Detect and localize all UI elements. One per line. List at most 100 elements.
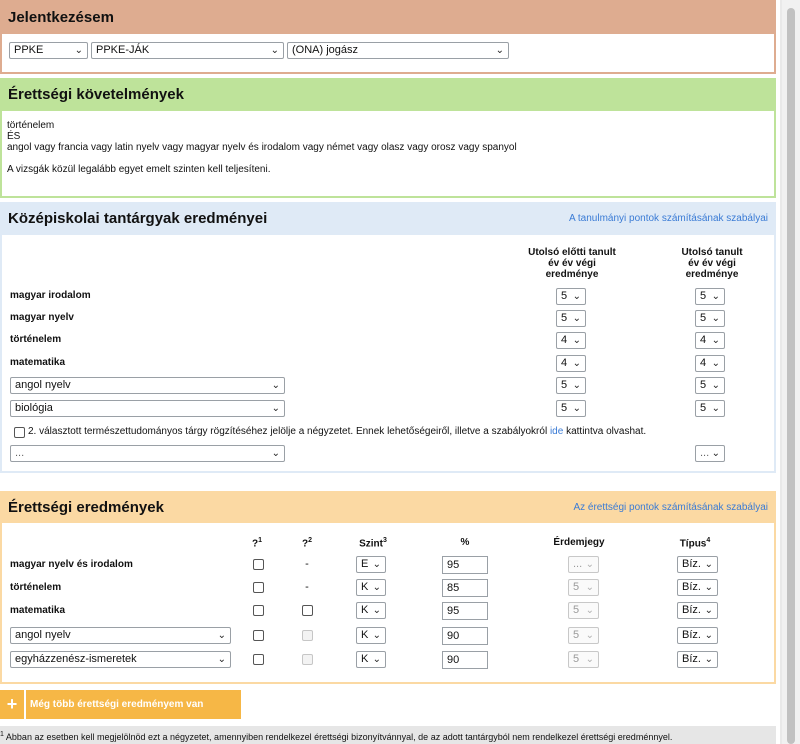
no-exam-checkbox[interactable]	[253, 654, 264, 665]
szint-select[interactable]: K ⌄	[356, 627, 386, 644]
erdemjegy-value: ...	[573, 558, 583, 570]
add-more-exams-button[interactable]: + Még több érettségi eredményem van	[0, 690, 241, 719]
chevron-down-icon: ⌄	[711, 403, 720, 414]
grade-penultimate-select[interactable]: 5 ⌄	[556, 288, 586, 305]
subject-select[interactable]: biológia ⌄	[10, 400, 285, 417]
pct-input[interactable]: 95	[442, 556, 488, 574]
szint-select[interactable]: E ⌄	[356, 556, 386, 573]
grade-value: 4	[561, 357, 568, 369]
exam-subject-select[interactable]: angol nyelv ⌄	[10, 627, 231, 644]
grade-penultimate-select[interactable]: 5 ⌄	[556, 400, 586, 417]
q2-checkbox[interactable]	[302, 654, 313, 665]
tipus-select[interactable]: Bíz. ⌄	[677, 651, 718, 668]
kozepiskolai-rules-link[interactable]: A tanulmányi pontok számításának szabály…	[569, 213, 768, 224]
vertical-scrollbar[interactable]	[782, 0, 800, 744]
kovetelmenyek-panel: Érettségi követelmények történelem ÉS an…	[0, 78, 776, 198]
col-header-penultimate-line2: év év végi	[548, 258, 596, 269]
scrollbar-thumb[interactable]	[787, 8, 795, 744]
page: Jelentkezésem PPKE ⌄ PPKE-JÁK ⌄ (ONA) jogá…	[0, 0, 780, 744]
jelentkezes-header: Jelentkezésem	[0, 0, 776, 34]
chevron-down-icon: ⌄	[704, 654, 713, 665]
pct-input[interactable]: 90	[442, 651, 488, 669]
extra-grade-select[interactable]: ... ⌄	[695, 445, 725, 462]
no-exam-checkbox[interactable]	[253, 605, 264, 616]
subject-label: történelem	[10, 334, 62, 345]
jelentkezes-title: Jelentkezésem	[8, 8, 114, 26]
grade-last-select[interactable]: 5 ⌄	[695, 377, 725, 394]
erdemjegy-select[interactable]: ... ⌄	[568, 556, 599, 573]
grade-last-select[interactable]: 5 ⌄	[695, 400, 725, 417]
tipus-select[interactable]: Bíz. ⌄	[677, 602, 718, 619]
grade-last-select[interactable]: 4 ⌄	[695, 355, 725, 372]
footnote-text: Abban az esetben kell megjelölnöd ezt a …	[5, 732, 673, 742]
chevron-down-icon: ⌄	[372, 582, 381, 593]
chevron-down-icon: ⌄	[271, 380, 280, 391]
col-header-q2: ?2	[301, 537, 312, 550]
col-header-pct: %	[460, 537, 470, 548]
chevron-down-icon: ⌄	[711, 335, 720, 346]
program-select[interactable]: (ONA) jogász ⌄	[287, 42, 509, 59]
grade-last-select[interactable]: 4 ⌄	[695, 332, 725, 349]
szint-select[interactable]: K ⌄	[356, 651, 386, 668]
no-exam-checkbox[interactable]	[253, 630, 264, 641]
institution-select[interactable]: PPKE ⌄	[9, 42, 88, 59]
erdemjegy-select[interactable]: 5 ⌄	[568, 602, 599, 619]
q2-checkbox[interactable]	[302, 630, 313, 641]
chevron-down-icon: ⌄	[585, 630, 594, 641]
szint-value: K	[361, 604, 369, 616]
subject-value: biológia	[15, 402, 53, 414]
chevron-down-icon: ⌄	[572, 403, 581, 414]
pct-input[interactable]: 90	[442, 627, 488, 645]
no-exam-checkbox[interactable]	[253, 582, 264, 593]
subject-select[interactable]: angol nyelv ⌄	[10, 377, 285, 394]
q2-checkbox[interactable]	[302, 605, 313, 616]
second-science-checkbox[interactable]	[14, 427, 25, 438]
tipus-select[interactable]: Bíz. ⌄	[677, 579, 718, 596]
pct-input[interactable]: 85	[442, 579, 488, 597]
extra-grade-value: ...	[700, 447, 710, 459]
exam-subject-value: angol nyelv	[15, 629, 71, 641]
szint-select[interactable]: K ⌄	[356, 602, 386, 619]
erdemjegy-value: 5	[573, 629, 580, 641]
extra-subject-select[interactable]: ... ⌄	[10, 445, 285, 462]
grade-penultimate-select[interactable]: 5 ⌄	[556, 377, 586, 394]
subject-label: magyar irodalom	[10, 290, 91, 301]
chevron-down-icon: ⌄	[585, 582, 594, 593]
kovetelmenyek-title: Érettségi követelmények	[8, 86, 184, 103]
exam-subject-label: történelem	[10, 582, 62, 593]
grade-last-select[interactable]: 5 ⌄	[695, 310, 725, 327]
tipus-select[interactable]: Bíz. ⌄	[677, 556, 718, 573]
szint-value: K	[361, 653, 369, 665]
exam-subject-value: egyházzenész-ismeretek	[15, 653, 137, 665]
requirement-line-1: történelem	[7, 120, 55, 131]
no-exam-checkbox[interactable]	[253, 559, 264, 570]
szint-value: E	[361, 558, 369, 570]
erettsegi-panel: Érettségi eredmények Az érettségi pontok…	[0, 491, 776, 684]
grade-value: 5	[561, 290, 568, 302]
exam-subject-select[interactable]: egyházzenész-ismeretek ⌄	[10, 651, 231, 668]
grade-last-select[interactable]: 5 ⌄	[695, 288, 725, 305]
col-header-erdemjegy: Érdemjegy	[553, 537, 605, 548]
faculty-select[interactable]: PPKE-JÁK ⌄	[91, 42, 284, 59]
szint-select[interactable]: K ⌄	[356, 579, 386, 596]
col-header-q1: ?1	[251, 537, 262, 550]
chevron-down-icon: ⌄	[585, 654, 594, 665]
grade-penultimate-select[interactable]: 4 ⌄	[556, 355, 586, 372]
jelentkezes-panel: Jelentkezésem PPKE ⌄ PPKE-JÁK ⌄ (ONA) jogá…	[0, 0, 776, 74]
chevron-down-icon: ⌄	[271, 403, 280, 414]
erdemjegy-select[interactable]: 5 ⌄	[568, 579, 599, 596]
tipus-select[interactable]: Bíz. ⌄	[677, 627, 718, 644]
chevron-down-icon: ⌄	[704, 605, 713, 616]
pct-input[interactable]: 95	[442, 602, 488, 620]
grade-value: 5	[561, 402, 568, 414]
grade-penultimate-select[interactable]: 5 ⌄	[556, 310, 586, 327]
grade-penultimate-select[interactable]: 4 ⌄	[556, 332, 586, 349]
grade-value: 5	[700, 402, 707, 414]
erdemjegy-select[interactable]: 5 ⌄	[568, 651, 599, 668]
tipus-value: Bíz.	[682, 629, 701, 641]
kozepiskolai-title: Középiskolai tantárgyak eredményei	[8, 210, 268, 227]
chevron-down-icon: ⌄	[711, 291, 720, 302]
rules-here-link[interactable]: ide	[550, 426, 563, 437]
erdemjegy-select[interactable]: 5 ⌄	[568, 627, 599, 644]
erettsegi-rules-link[interactable]: Az érettségi pontok számításának szabály…	[573, 502, 768, 513]
